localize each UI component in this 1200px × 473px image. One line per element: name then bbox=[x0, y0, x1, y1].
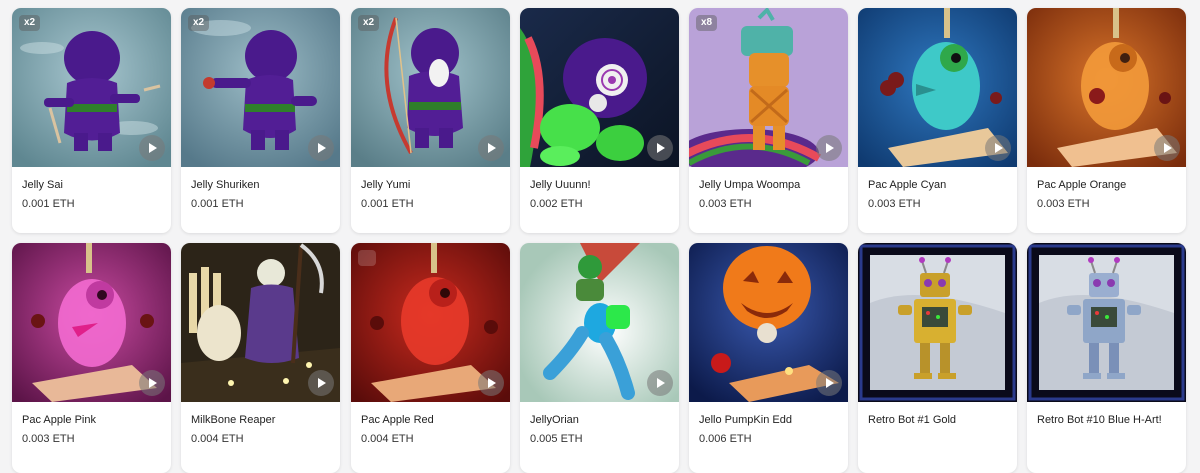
play-icon[interactable] bbox=[647, 370, 673, 396]
nft-price: 0.003 ETH bbox=[1037, 198, 1090, 210]
nft-price: 0.001 ETH bbox=[361, 198, 414, 210]
edition-badge: x2 bbox=[188, 15, 210, 31]
nft-thumbnail[interactable] bbox=[12, 243, 171, 402]
nft-thumbnail[interactable] bbox=[520, 8, 679, 167]
nft-price: 0.004 ETH bbox=[361, 433, 414, 445]
nft-card-pac-apple-red[interactable]: Pac Apple Red 0.004 ETH bbox=[351, 243, 510, 473]
nft-price: 0.006 ETH bbox=[699, 433, 752, 445]
nft-name: Pac Apple Orange bbox=[1037, 179, 1127, 191]
nft-name: Retro Bot #1 Gold bbox=[868, 414, 957, 426]
nft-price: 0.004 ETH bbox=[191, 433, 244, 445]
nft-name: Jelly Shuriken bbox=[191, 179, 260, 191]
nft-card-jelly-sai[interactable]: x2 Jelly Sai 0.001 ETH bbox=[12, 8, 171, 233]
play-icon[interactable] bbox=[139, 370, 165, 396]
nft-card-jelly-uuunn[interactable]: Jelly Uuunn! 0.002 ETH bbox=[520, 8, 679, 233]
play-icon[interactable] bbox=[816, 135, 842, 161]
nft-thumbnail[interactable]: x2 bbox=[12, 8, 171, 167]
edition-badge: x2 bbox=[358, 15, 380, 31]
nft-grid: x2 Jelly Sai 0.001 ETH x2 Jelly Shuriken… bbox=[0, 0, 1200, 473]
nft-card-retro-bot-1-gold[interactable]: Retro Bot #1 Gold bbox=[858, 243, 1017, 473]
nft-thumbnail[interactable] bbox=[351, 243, 510, 402]
nft-card-jellyorian[interactable]: JellyOrian 0.005 ETH bbox=[520, 243, 679, 473]
play-icon[interactable] bbox=[647, 135, 673, 161]
play-icon[interactable] bbox=[1154, 135, 1180, 161]
play-icon[interactable] bbox=[478, 370, 504, 396]
nft-card-pac-apple-cyan[interactable]: Pac Apple Cyan 0.003 ETH bbox=[858, 8, 1017, 233]
edition-badge-placeholder bbox=[358, 250, 376, 266]
nft-name: MilkBone Reaper bbox=[191, 414, 276, 426]
play-icon[interactable] bbox=[478, 135, 504, 161]
play-icon[interactable] bbox=[308, 370, 334, 396]
nft-name: Jelly Yumi bbox=[361, 179, 411, 191]
nft-name: JellyOrian bbox=[530, 414, 579, 426]
nft-thumbnail[interactable] bbox=[1027, 243, 1186, 402]
nft-thumbnail[interactable] bbox=[858, 243, 1017, 402]
play-icon[interactable] bbox=[139, 135, 165, 161]
nft-thumbnail[interactable] bbox=[1027, 8, 1186, 167]
nft-card-pac-apple-pink[interactable]: Pac Apple Pink 0.003 ETH bbox=[12, 243, 171, 473]
edition-badge: x8 bbox=[696, 15, 718, 31]
nft-card-jelly-shuriken[interactable]: x2 Jelly Shuriken 0.001 ETH bbox=[181, 8, 340, 233]
nft-name: Jello PumpKin Edd bbox=[699, 414, 792, 426]
nft-price: 0.003 ETH bbox=[22, 433, 75, 445]
nft-price: 0.002 ETH bbox=[530, 198, 583, 210]
nft-price: 0.003 ETH bbox=[868, 198, 921, 210]
play-icon[interactable] bbox=[985, 135, 1011, 161]
nft-price: 0.003 ETH bbox=[699, 198, 752, 210]
nft-price: 0.001 ETH bbox=[22, 198, 75, 210]
nft-name: Jelly Sai bbox=[22, 179, 63, 191]
nft-card-retro-bot-10-blue-h-art[interactable]: Retro Bot #10 Blue H-Art! bbox=[1027, 243, 1186, 473]
nft-card-jelly-umpa-woompa[interactable]: x8 Jelly Umpa Woompa 0.003 ETH bbox=[689, 8, 848, 233]
nft-name: Retro Bot #10 Blue H-Art! bbox=[1037, 414, 1162, 426]
nft-thumbnail[interactable]: x8 bbox=[689, 8, 848, 167]
edition-badge: x2 bbox=[19, 15, 41, 31]
nft-card-jello-pumpkin-edd[interactable]: Jello PumpKin Edd 0.006 ETH bbox=[689, 243, 848, 473]
nft-thumbnail[interactable] bbox=[520, 243, 679, 402]
nft-name: Pac Apple Cyan bbox=[868, 179, 947, 191]
nft-name: Jelly Umpa Woompa bbox=[699, 179, 801, 191]
nft-price: 0.005 ETH bbox=[530, 433, 583, 445]
nft-card-jelly-yumi[interactable]: x2 Jelly Yumi 0.001 ETH bbox=[351, 8, 510, 233]
nft-card-milkbone-reaper[interactable]: MilkBone Reaper 0.004 ETH bbox=[181, 243, 340, 473]
nft-card-pac-apple-orange[interactable]: Pac Apple Orange 0.003 ETH bbox=[1027, 8, 1186, 233]
nft-thumbnail[interactable]: x2 bbox=[351, 8, 510, 167]
play-icon[interactable] bbox=[308, 135, 334, 161]
nft-thumbnail[interactable]: x2 bbox=[181, 8, 340, 167]
play-icon[interactable] bbox=[816, 370, 842, 396]
nft-name: Pac Apple Pink bbox=[22, 414, 96, 426]
nft-price: 0.001 ETH bbox=[191, 198, 244, 210]
retro-bot-gold-artwork bbox=[858, 243, 1017, 402]
nft-thumbnail[interactable] bbox=[181, 243, 340, 402]
nft-name: Jelly Uuunn! bbox=[530, 179, 591, 191]
nft-name: Pac Apple Red bbox=[361, 414, 434, 426]
nft-thumbnail[interactable] bbox=[858, 8, 1017, 167]
retro-bot-blue-artwork bbox=[1027, 243, 1186, 402]
nft-thumbnail[interactable] bbox=[689, 243, 848, 402]
